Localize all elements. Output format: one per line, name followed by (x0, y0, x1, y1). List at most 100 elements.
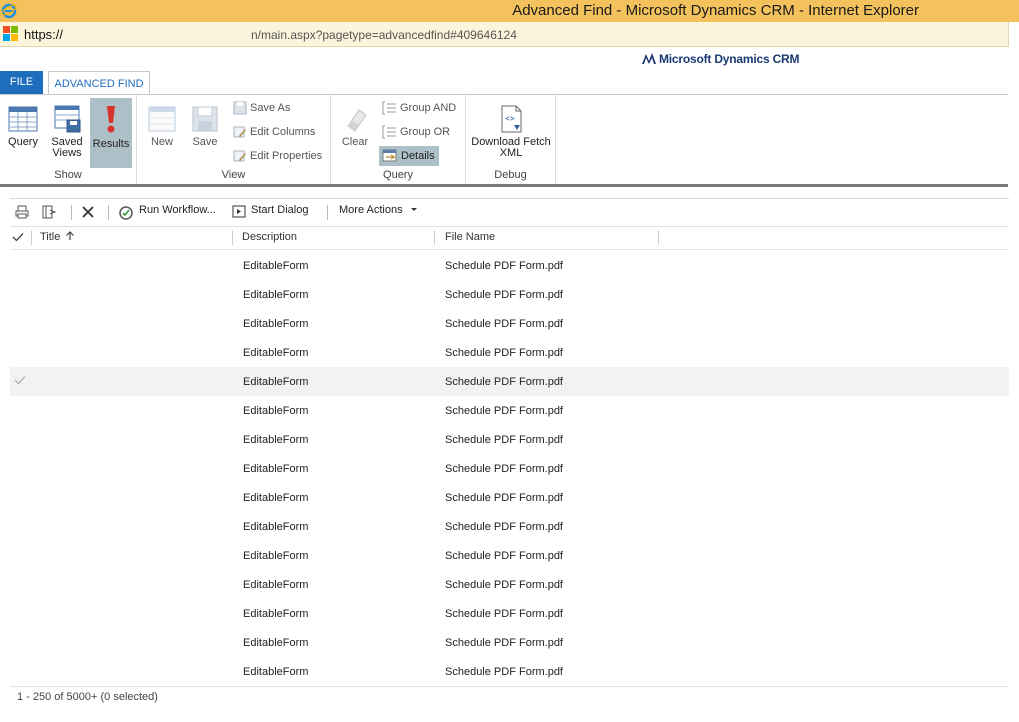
edit-properties-button[interactable]: Edit Properties (233, 146, 322, 166)
export-icon[interactable] (42, 205, 56, 219)
grid-toolbar: Run Workflow... Start Dialog More Action… (10, 198, 1009, 227)
column-separator (434, 230, 435, 245)
grid-body: EditableForm Schedule PDF Form.pdf Editabl… (10, 251, 1009, 686)
query-table-icon (8, 106, 38, 132)
query-label: Query (8, 136, 38, 148)
cell-description: EditableForm (243, 492, 309, 504)
title-header-label: Title (40, 231, 61, 243)
query-button[interactable]: Query (3, 104, 43, 148)
save-label: Save (192, 136, 218, 148)
row-checkmark-icon[interactable] (14, 375, 26, 385)
run-workflow-button[interactable]: Run Workflow... (139, 204, 216, 216)
run-workflow-icon (119, 206, 133, 220)
edit-properties-label: Edit Properties (250, 150, 323, 162)
details-icon (382, 149, 397, 162)
start-dialog-button[interactable]: Start Dialog (251, 204, 308, 216)
cell-file-name: Schedule PDF Form.pdf (445, 521, 563, 533)
cell-file-name: Schedule PDF Form.pdf (445, 637, 563, 649)
column-separator (658, 230, 659, 245)
new-button[interactable]: New (145, 104, 179, 148)
table-row[interactable]: EditableForm Schedule PDF Form.pdf (10, 454, 1009, 483)
ribbon-group-view: New Save Save As Edit Columns Edit Prope… (137, 95, 331, 184)
details-button[interactable]: Details (379, 146, 439, 166)
start-dialog-icon (232, 205, 246, 218)
grid-footer-divider (10, 686, 1009, 687)
edit-columns-button[interactable]: Edit Columns (233, 122, 315, 142)
edit-columns-label: Edit Columns (250, 126, 316, 138)
table-row[interactable]: EditableForm Schedule PDF Form.pdf (10, 425, 1009, 454)
cell-file-name: Schedule PDF Form.pdf (445, 579, 563, 591)
toolbar-separator (71, 205, 72, 220)
cell-description: EditableForm (243, 405, 309, 417)
table-row[interactable]: EditableForm Schedule PDF Form.pdf (10, 570, 1009, 599)
group-or-button[interactable]: Group OR (382, 122, 450, 142)
cell-description: EditableForm (243, 550, 309, 562)
table-row[interactable]: EditableForm Schedule PDF Form.pdf (10, 338, 1009, 367)
cell-description: EditableForm (243, 260, 309, 272)
edit-properties-icon (233, 150, 246, 162)
cell-file-name: Schedule PDF Form.pdf (445, 318, 563, 330)
ribbon-group-debug: <> Download Fetch XML Debug (466, 95, 556, 184)
edit-columns-icon (233, 126, 246, 138)
cell-description: EditableForm (243, 318, 309, 330)
tab-file[interactable]: FILE (0, 71, 43, 94)
group-and-icon (382, 101, 396, 115)
table-row[interactable]: EditableForm Schedule PDF Form.pdf (10, 280, 1009, 309)
cell-file-name: Schedule PDF Form.pdf (445, 608, 563, 620)
saved-views-button[interactable]: Saved Views (46, 104, 88, 159)
save-button[interactable]: Save (188, 104, 222, 148)
cell-file-name: Schedule PDF Form.pdf (445, 550, 563, 562)
record-count-status: 1 - 250 of 5000+ (0 selected) (17, 691, 158, 703)
ribbon: Query Saved Views Results Show New Save … (0, 95, 1008, 184)
url-protocol: https:// (24, 27, 64, 42)
table-row[interactable]: EditableForm Schedule PDF Form.pdf (10, 541, 1009, 570)
cell-file-name: Schedule PDF Form.pdf (445, 463, 563, 475)
column-header-file-name[interactable]: File Name (445, 231, 495, 243)
new-document-icon (148, 106, 176, 132)
eraser-icon (347, 109, 367, 132)
results-button[interactable]: Results (90, 98, 132, 168)
query-group-label: Query (383, 169, 413, 181)
cell-description: EditableForm (243, 666, 309, 678)
print-icon[interactable] (15, 205, 29, 219)
cell-file-name: Schedule PDF Form.pdf (445, 347, 563, 359)
save-as-label: Save As (250, 102, 291, 114)
save-as-button[interactable]: Save As (233, 98, 290, 118)
show-group-label: Show (54, 169, 82, 181)
table-row[interactable]: EditableForm Schedule PDF Form.pdf (10, 309, 1009, 338)
table-row[interactable]: EditableForm Schedule PDF Form.pdf (10, 251, 1009, 280)
cell-description: EditableForm (243, 376, 309, 388)
grid-header: Title Description File Name (10, 226, 1009, 250)
clear-button[interactable]: Clear (337, 104, 373, 148)
table-row[interactable]: EditableForm Schedule PDF Form.pdf (10, 512, 1009, 541)
column-header-title[interactable]: Title (40, 231, 75, 243)
group-or-label: Group OR (400, 126, 451, 138)
table-row[interactable]: EditableForm Schedule PDF Form.pdf (10, 628, 1009, 657)
saved-views-icon (54, 105, 81, 133)
column-header-description[interactable]: Description (242, 231, 297, 243)
table-row[interactable]: EditableForm Schedule PDF Form.pdf (10, 599, 1009, 628)
cell-description: EditableForm (243, 521, 309, 533)
table-row[interactable]: EditableForm Schedule PDF Form.pdf (10, 396, 1009, 425)
clear-label: Clear (341, 136, 369, 148)
exclamation-icon (107, 106, 115, 133)
select-all-checkmark-icon[interactable] (12, 232, 24, 242)
table-row[interactable]: EditableForm Schedule PDF Form.pdf (10, 367, 1009, 396)
group-and-button[interactable]: Group AND (382, 98, 456, 118)
delete-icon[interactable] (81, 205, 95, 219)
address-bar[interactable]: https:// n/main.aspx?pagetype=advancedfi… (0, 22, 1009, 47)
download-fetch-xml-button[interactable]: <> Download Fetch XML (468, 104, 554, 159)
cell-file-name: Schedule PDF Form.pdf (445, 666, 563, 678)
cell-description: EditableForm (243, 579, 309, 591)
cell-description: EditableForm (243, 608, 309, 620)
cell-description: EditableForm (243, 434, 309, 446)
window-titlebar: Advanced Find - Microsoft Dynamics CRM -… (0, 0, 1019, 22)
table-row[interactable]: EditableForm Schedule PDF Form.pdf (10, 657, 1009, 686)
save-as-icon (233, 101, 247, 115)
toolbar-separator (327, 205, 328, 220)
table-row[interactable]: EditableForm Schedule PDF Form.pdf (10, 483, 1009, 512)
xml-document-icon: <> (501, 105, 522, 133)
details-label: Details (401, 150, 435, 162)
more-actions-button[interactable]: More Actions (339, 204, 418, 216)
tab-advanced-find[interactable]: ADVANCED FIND (48, 71, 150, 94)
